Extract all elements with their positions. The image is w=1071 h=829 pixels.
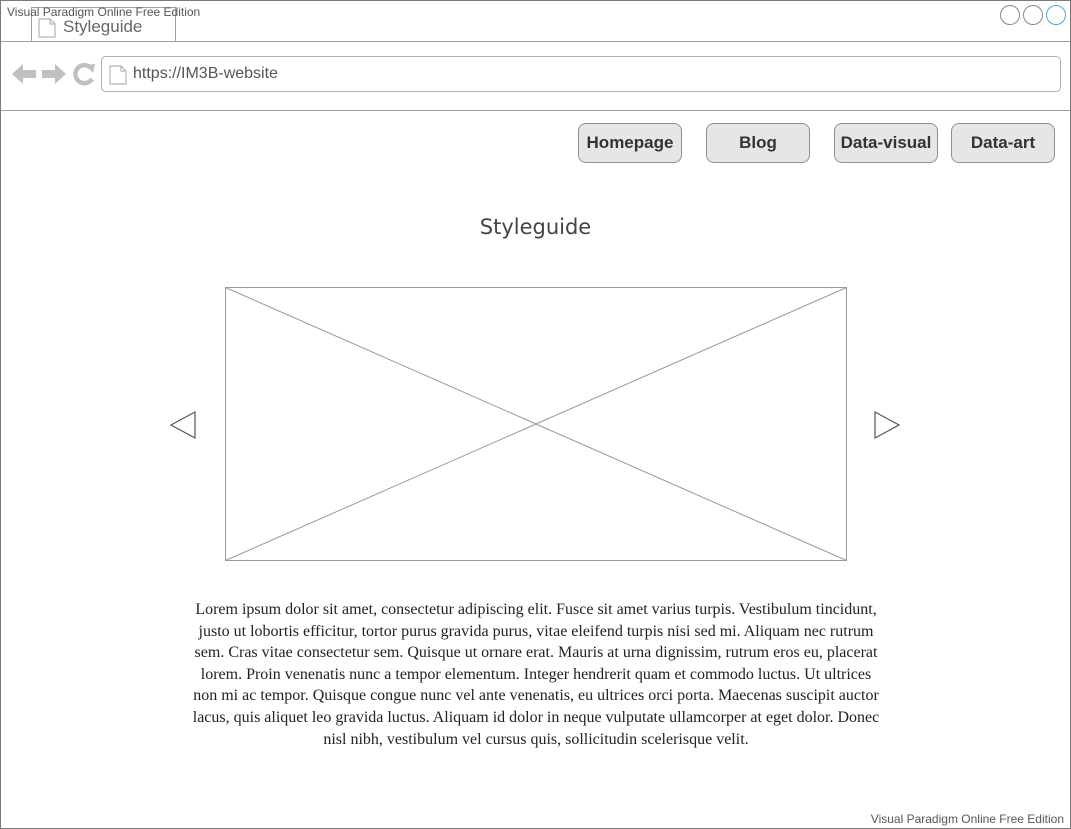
reload-icon[interactable] <box>71 61 97 92</box>
triangle-right-icon[interactable] <box>873 410 901 445</box>
forward-arrow-icon[interactable] <box>41 62 67 91</box>
nav-data-art-button[interactable]: Data-art <box>951 123 1055 163</box>
nav-data-visual-button[interactable]: Data-visual <box>834 123 938 163</box>
minimize-button[interactable] <box>1000 5 1020 25</box>
watermark-bottom: Visual Paradigm Online Free Edition <box>870 812 1064 826</box>
url-text: https://IM3B-website <box>133 65 278 82</box>
triangle-left-icon[interactable] <box>169 410 197 445</box>
browser-window: Visual Paradigm Online Free Edition Styl… <box>0 0 1071 829</box>
body-text: Lorem ipsum dolor sit amet, consectetur … <box>192 601 880 748</box>
tab-title: Styleguide <box>63 17 143 36</box>
close-button[interactable] <box>1046 5 1066 25</box>
toolbar-divider <box>1 110 1070 111</box>
watermark-top: Visual Paradigm Online Free Edition <box>7 5 201 19</box>
page-title: Styleguide <box>479 215 592 239</box>
window-controls <box>1000 5 1066 25</box>
page-icon <box>38 18 56 43</box>
maximize-button[interactable] <box>1023 5 1043 25</box>
page-icon <box>109 65 127 90</box>
nav-blog-button[interactable]: Blog <box>706 123 810 163</box>
nav-homepage-button[interactable]: Homepage <box>578 123 682 163</box>
tabbar-divider <box>1 41 1070 42</box>
back-arrow-icon[interactable] <box>11 62 37 91</box>
address-bar[interactable]: https://IM3B-website <box>101 56 1061 92</box>
image-placeholder <box>225 287 848 567</box>
browser-nav <box>11 61 97 92</box>
